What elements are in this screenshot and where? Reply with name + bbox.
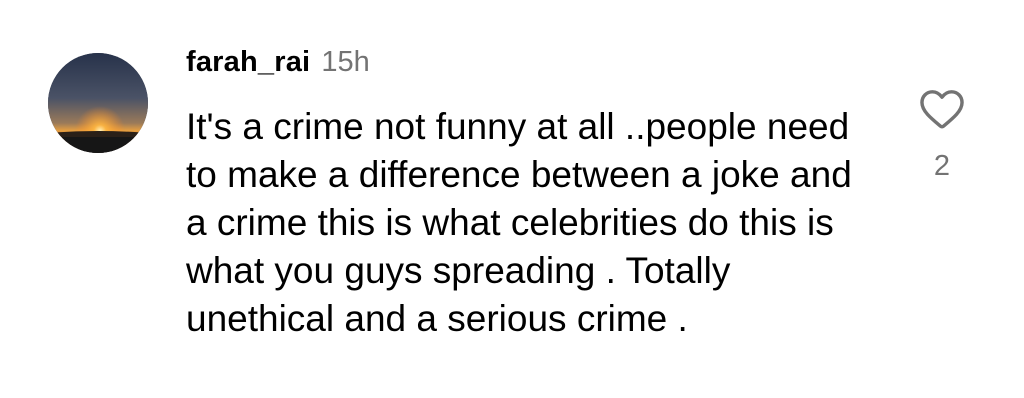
- like-count: 2: [933, 150, 951, 182]
- timestamp: 15h: [321, 46, 370, 78]
- avatar[interactable]: [48, 53, 148, 153]
- comment-item: farah_rai 15h It's a crime not funny at …: [0, 0, 1024, 398]
- username[interactable]: farah_rai: [186, 46, 310, 79]
- like-button[interactable]: [919, 88, 965, 130]
- comment-text: It's a crime not funny at all ..people n…: [186, 106, 852, 339]
- comment-header: farah_rai 15h: [186, 46, 370, 86]
- sunset-avatar-image: [48, 53, 148, 153]
- heart-outline-icon: [920, 90, 964, 129]
